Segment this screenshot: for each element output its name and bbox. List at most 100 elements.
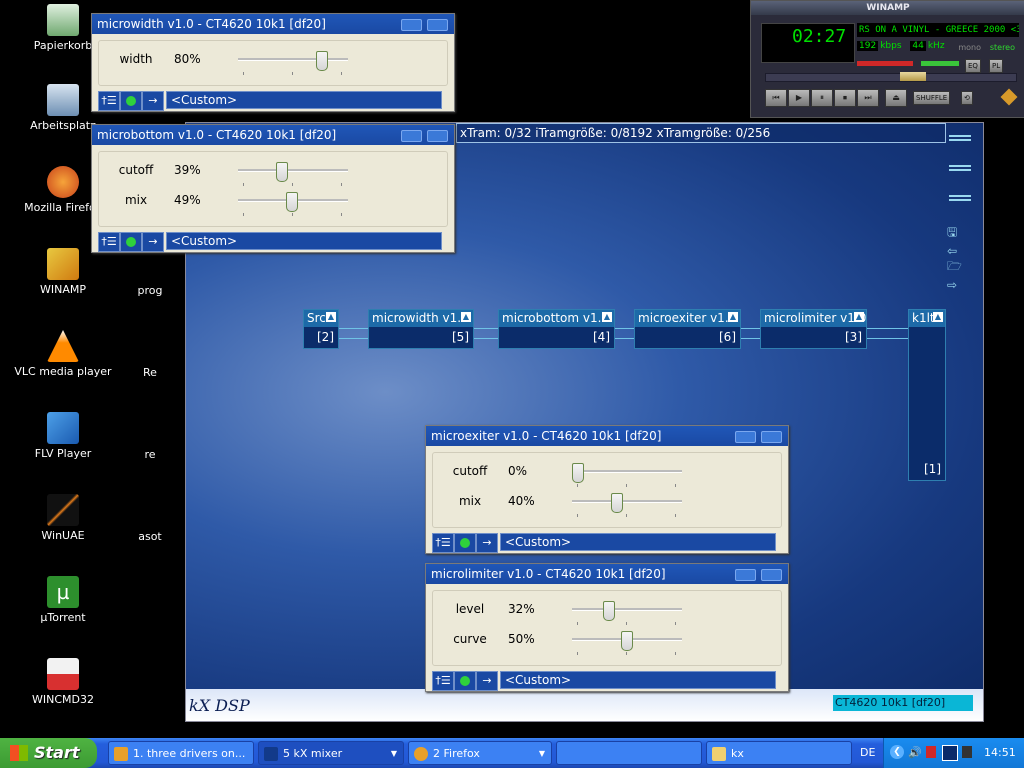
close-button[interactable]	[761, 569, 782, 581]
route-icon[interactable]: →	[476, 671, 498, 691]
taskbar-button[interactable]: 5 kX mixer ▼	[258, 741, 404, 765]
playlist-button[interactable]: PL	[989, 59, 1004, 73]
eject-button[interactable]: ⏏	[885, 89, 907, 107]
plugin-block-microbottom[interactable]: microbottom v1.0 ▲ [4]	[498, 309, 615, 349]
collapse-arrow-icon[interactable]: ▲	[728, 312, 738, 322]
kx-tray-icon[interactable]	[942, 745, 958, 761]
cutoff-slider[interactable]	[238, 161, 348, 186]
network-icon[interactable]	[926, 746, 936, 758]
bypass-button[interactable]	[120, 91, 142, 111]
desktop-icon-partial[interactable]: re	[125, 448, 175, 461]
taskbar-button[interactable]: 2 Firefox ▼	[408, 741, 552, 765]
curve-slider[interactable]	[572, 630, 682, 655]
tray-expand-icon[interactable]: ❮	[890, 745, 904, 759]
dialog-titlebar[interactable]: microlimiter v1.0 - CT4620 10k1 [df20]	[426, 564, 788, 584]
preset-select[interactable]: <Custom>	[500, 671, 776, 689]
microexiter-dialog[interactable]: microexiter v1.0 - CT4620 10k1 [df20] cu…	[425, 425, 789, 554]
slider-thumb[interactable]	[621, 631, 633, 651]
start-button[interactable]: Start	[0, 738, 97, 768]
plugin-block-src[interactable]: Src ▲ [2]	[303, 309, 339, 349]
microlimiter-dialog[interactable]: microlimiter v1.0 - CT4620 10k1 [df20] l…	[425, 563, 789, 692]
minimize-button[interactable]	[401, 19, 422, 31]
plugin-block-microlimiter[interactable]: microlimiter v1.0 ▲ [3]	[760, 309, 867, 349]
route-icon[interactable]: →	[476, 533, 498, 553]
balance-slider[interactable]	[921, 61, 959, 66]
volume-slider[interactable]	[857, 61, 913, 66]
slider-thumb[interactable]	[603, 601, 615, 621]
clock[interactable]: 14:51	[984, 738, 1016, 768]
bypass-button[interactable]	[454, 671, 476, 691]
close-button[interactable]	[427, 19, 448, 31]
dialog-titlebar[interactable]: microexiter v1.0 - CT4620 10k1 [df20]	[426, 426, 788, 446]
desktop-icon-flv-player[interactable]: FLV Player	[13, 412, 113, 460]
bypass-button[interactable]	[120, 232, 142, 252]
stop-button[interactable]: ⏹	[834, 89, 856, 107]
desktop-icon-partial[interactable]: Re	[125, 366, 175, 379]
desktop-icon-partial[interactable]: asot	[125, 530, 175, 543]
mix-slider[interactable]	[572, 492, 682, 517]
winamp-titlebar[interactable]: WINAMP	[751, 1, 1024, 15]
slider-thumb[interactable]	[286, 192, 298, 212]
microbottom-dialog[interactable]: microbottom v1.0 - CT4620 10k1 [df20] cu…	[91, 124, 455, 253]
play-button[interactable]: ▶	[788, 89, 810, 107]
preset-select[interactable]: <Custom>	[166, 232, 442, 250]
desktop-icon-utorrent[interactable]: µ µTorrent	[13, 576, 113, 624]
repeat-button[interactable]: ⟲	[961, 91, 973, 105]
dsp-menu-button[interactable]	[949, 163, 971, 173]
slider-thumb[interactable]	[316, 51, 328, 71]
desktop-icon-winuae[interactable]: WinUAE	[13, 494, 113, 542]
dsp-menu-button[interactable]	[949, 133, 971, 143]
microwidth-dialog[interactable]: microwidth v1.0 - CT4620 10k1 [df20] wid…	[91, 13, 455, 112]
dsp-menu-button[interactable]	[949, 193, 971, 203]
time-display[interactable]: 02:27	[792, 26, 846, 47]
desktop-icon-winamp[interactable]: WINAMP	[13, 248, 113, 296]
route-icon[interactable]: →	[142, 91, 164, 111]
desktop-icon-partial[interactable]: prog	[125, 284, 175, 297]
previous-button[interactable]: ⏮	[765, 89, 787, 107]
width-slider[interactable]	[238, 50, 348, 75]
taskbar-button[interactable]	[556, 741, 702, 765]
eq-button[interactable]: EQ	[965, 59, 981, 73]
cutoff-slider[interactable]	[572, 462, 682, 487]
taskbar-button[interactable]: kx	[706, 741, 852, 765]
shuffle-button[interactable]: SHUFFLE	[913, 91, 951, 105]
close-button[interactable]	[427, 130, 448, 142]
mixer-icon[interactable]: †☰	[432, 671, 454, 691]
close-button[interactable]	[761, 431, 782, 443]
desktop-icon-vlc[interactable]: VLC media player	[13, 330, 113, 378]
slider-thumb[interactable]	[611, 493, 623, 513]
language-indicator[interactable]: DE	[860, 738, 875, 768]
collapse-arrow-icon[interactable]: ▲	[326, 312, 336, 322]
winamp-window[interactable]: WINAMP 02:27 RS ON A VINYL - GREECE 2000…	[750, 0, 1024, 118]
collapse-arrow-icon[interactable]: ▲	[854, 312, 864, 322]
mixer-icon[interactable]: †☰	[432, 533, 454, 553]
collapse-arrow-icon[interactable]: ▲	[461, 312, 471, 322]
load-icon[interactable]: 🗁⇨	[947, 257, 971, 292]
save-icon[interactable]: 🖫⇦	[947, 223, 967, 258]
dialog-titlebar[interactable]: microbottom v1.0 - CT4620 10k1 [df20]	[92, 125, 454, 145]
plugin-block-microwidth[interactable]: microwidth v1.0 ▲ [5]	[368, 309, 474, 349]
level-slider[interactable]	[572, 600, 682, 625]
next-button[interactable]: ⏭	[857, 89, 879, 107]
collapse-arrow-icon[interactable]: ▲	[602, 312, 612, 322]
slider-thumb[interactable]	[276, 162, 288, 182]
minimize-button[interactable]	[735, 431, 756, 443]
mixer-icon[interactable]: †☰	[98, 91, 120, 111]
tray-icon[interactable]	[962, 746, 972, 758]
desktop-icon-wincmd[interactable]: WINCMD32	[13, 658, 113, 706]
taskbar-button[interactable]: 1. three drivers on...	[108, 741, 254, 765]
slider-thumb[interactable]	[572, 463, 584, 483]
bypass-button[interactable]	[454, 533, 476, 553]
plugin-block-k1lt[interactable]: k1lt ▲ [1]	[908, 309, 946, 481]
preset-select[interactable]: <Custom>	[166, 91, 442, 109]
collapse-arrow-icon[interactable]: ▲	[933, 312, 943, 322]
pause-button[interactable]: ⏸	[811, 89, 833, 107]
mix-slider[interactable]	[238, 191, 348, 216]
dialog-titlebar[interactable]: microwidth v1.0 - CT4620 10k1 [df20]	[92, 14, 454, 34]
volume-icon[interactable]: 🔊	[908, 738, 922, 768]
minimize-button[interactable]	[401, 130, 422, 142]
route-icon[interactable]: →	[142, 232, 164, 252]
seek-bar[interactable]	[765, 72, 1017, 82]
minimize-button[interactable]	[735, 569, 756, 581]
plugin-block-microexiter[interactable]: microexiter v1.0 ▲ [6]	[634, 309, 741, 349]
